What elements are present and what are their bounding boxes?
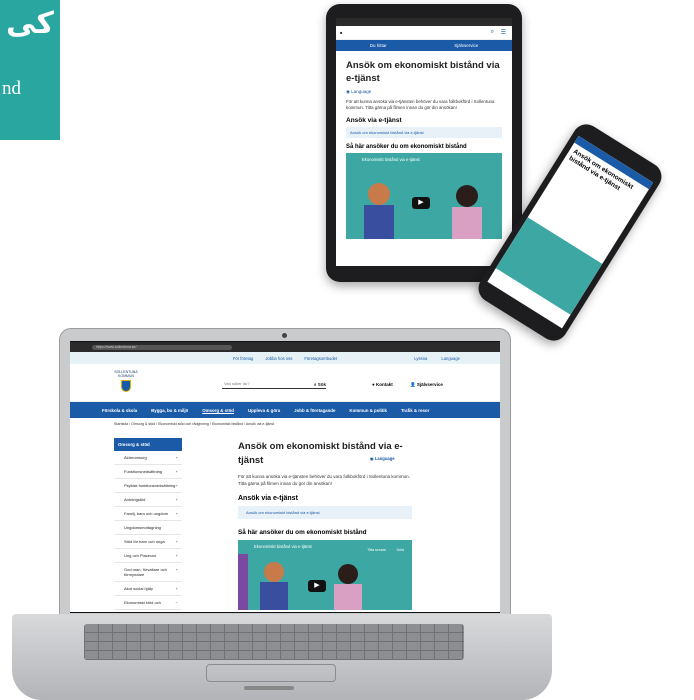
top-link[interactable]: Företagsombudet: [304, 356, 337, 361]
tablet-logo: ■: [340, 30, 343, 35]
video-title: Ekonomiskt bistånd via e-tjänst: [362, 157, 420, 162]
section-heading: Ansök via e-tjänst: [346, 117, 402, 124]
self-service-link[interactable]: 👤 Självservice: [410, 380, 443, 389]
share-label[interactable]: Dela: [397, 548, 404, 552]
section-heading: Ansök via e-tjänst: [238, 495, 298, 502]
sidebar-item[interactable]: Funktionsnedsättning +: [114, 465, 182, 479]
banner-latin-text: nd: [2, 78, 21, 99]
intro-text: För att kunna ansöka via e-tjänsten behö…: [346, 99, 495, 110]
eservice-link[interactable]: Ansök om ekonomiskt bistånd via e-tjänst: [238, 506, 412, 519]
tablet-nav-item[interactable]: Du hittar: [370, 43, 387, 48]
tablet-nav: Du hittar Självservice: [336, 40, 512, 51]
main-content: Ansök om ekonomiskt bistånd via e-tjänst…: [238, 440, 412, 610]
sidebar-item[interactable]: Ekonomiskt stöd och −: [114, 596, 182, 610]
watch-later-label[interactable]: Titta senare: [367, 548, 386, 552]
tablet-nav-item[interactable]: Självservice: [454, 43, 478, 48]
trackpad: [206, 664, 336, 682]
phone-video[interactable]: [495, 217, 603, 315]
search-input[interactable]: Vad söker du?: [222, 380, 326, 389]
page-title: Ansök om ekonomiskt bistånd via e-tjänst: [346, 60, 500, 84]
intro-text: För att kunna ansöka via e-tjänsten behö…: [238, 474, 410, 486]
language-button[interactable]: ◉ Language: [370, 456, 395, 461]
tablet-browser-bar: [336, 18, 512, 26]
language-link[interactable]: ◉ Language: [346, 89, 502, 95]
character-figure: [368, 183, 390, 205]
site-header: SOLLENTUNA KOMMUN Vad söker du? ⌕ Sök ● …: [70, 364, 500, 402]
top-link[interactable]: Jobba hos oss: [265, 356, 292, 361]
contact-link[interactable]: ● Kontakt: [372, 380, 393, 389]
video-heading: Så här ansöker du om ekonomiskt bistånd: [346, 144, 467, 150]
search-button[interactable]: ⌕ Sök: [314, 380, 326, 389]
character-body: [334, 584, 362, 610]
play-button[interactable]: ▶: [308, 580, 326, 592]
play-button[interactable]: ▶: [412, 197, 430, 209]
sidebar-item[interactable]: Anhörigstöd +: [114, 493, 182, 507]
search-icon[interactable]: ⌕: [491, 29, 494, 36]
browser-chrome: https://www.sollentuna.se/: [70, 342, 500, 352]
character-figure: [338, 564, 358, 584]
character-figure: [264, 562, 284, 582]
listen-link[interactable]: Lyssna: [414, 356, 427, 361]
character-body: [260, 582, 288, 610]
front-slot: [244, 686, 294, 690]
sidebar-header[interactable]: Omsorg & stöd: [114, 438, 182, 451]
laptop-base: [12, 614, 552, 700]
video-title: Ekonomiskt bistånd via e-tjänst: [254, 544, 312, 549]
sidebar: Omsorg & stöd Äldreomsorg + Funktionsneds…: [114, 438, 182, 610]
sidebar-item[interactable]: Familj, barn och ungdom +: [114, 507, 182, 521]
banner-arabic-text: کی: [6, 6, 54, 41]
menu-icon[interactable]: ☰: [501, 29, 506, 36]
nav-item[interactable]: Förskola & skola: [102, 408, 137, 413]
top-right-links: Lyssna Language: [414, 356, 460, 361]
laptop-screen: https://www.sollentuna.se/ För företag J…: [70, 342, 500, 612]
character-body: [452, 207, 482, 239]
top-links: För företag Jobba hos oss Företagsombude…: [70, 352, 500, 364]
top-link[interactable]: För företag: [233, 356, 253, 361]
sidebar-item[interactable]: Ungdomsmottagning: [114, 521, 182, 535]
character-figure: [456, 185, 478, 207]
tablet-screen: ■ ⌕ ☰ Du hittar Självservice Ansök om ek…: [336, 18, 512, 266]
page-title: Ansök om ekonomiskt bistånd via e-tjänst: [238, 441, 403, 466]
eservice-link[interactable]: Ansök om ekonomiskt bistånd via e-tjänst: [346, 127, 502, 138]
nav-item[interactable]: Bygga, bo & miljö: [151, 408, 188, 413]
coat-of-arms-icon: [121, 380, 131, 392]
site-logo[interactable]: SOLLENTUNA KOMMUN: [108, 370, 144, 392]
breadcrumb: Startsida / Omsorg & stöd / Ekonomiskt s…: [114, 422, 275, 426]
video-heading: Så här ansöker du om ekonomiskt bistånd: [238, 529, 367, 536]
sidebar-item[interactable]: Psykisk funktionsnedsättning +: [114, 479, 182, 493]
nav-item-active[interactable]: Omsorg & stöd: [202, 408, 234, 413]
corner-banner: کی nd: [0, 0, 60, 140]
nav-item[interactable]: Uppleva & göra: [248, 408, 280, 413]
bookshelf-decoration: [238, 554, 248, 610]
video-player[interactable]: Ekonomiskt bistånd via e-tjänst ▶: [346, 153, 502, 239]
nav-item[interactable]: Jobb & företagande: [294, 408, 335, 413]
camera-icon: [282, 333, 287, 338]
keyboard: [84, 624, 464, 660]
address-bar[interactable]: https://www.sollentuna.se/: [92, 344, 232, 350]
main-nav: Förskola & skola Bygga, bo & miljö Omsor…: [70, 402, 500, 418]
sidebar-item[interactable]: God man, förvaltare och förmyndare +: [114, 563, 182, 582]
sidebar-item[interactable]: Akut social hjälp +: [114, 582, 182, 596]
tablet-header: ■ ⌕ ☰: [336, 26, 512, 40]
tablet-device: ■ ⌕ ☰ Du hittar Självservice Ansök om ek…: [326, 4, 522, 282]
nav-item[interactable]: Kommun & politik: [349, 408, 387, 413]
nav-item[interactable]: Trafik & resor: [401, 408, 429, 413]
sidebar-item[interactable]: Ung och Placerad +: [114, 549, 182, 563]
character-body: [364, 205, 394, 239]
tablet-content: Ansök om ekonomiskt bistånd via e-tjänst…: [336, 51, 512, 247]
sidebar-item[interactable]: Stöd för barn och unga +: [114, 535, 182, 549]
language-link[interactable]: Language: [441, 356, 460, 361]
video-player[interactable]: Ekonomiskt bistånd via e-tjänst Titta se…: [238, 540, 412, 610]
sidebar-item[interactable]: Äldreomsorg +: [114, 451, 182, 465]
